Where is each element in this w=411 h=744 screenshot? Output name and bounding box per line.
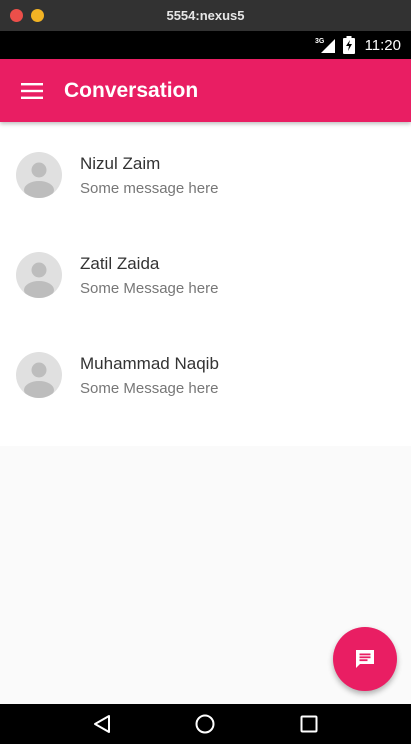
avatar	[16, 352, 62, 398]
conversation-message: Some message here	[80, 179, 219, 197]
network-type-label: 3G	[315, 38, 325, 45]
recents-button[interactable]	[289, 704, 329, 744]
recents-icon	[300, 715, 318, 733]
conversation-item[interactable]: Zatil Zaida Some Message here	[0, 225, 411, 325]
menu-button[interactable]	[0, 59, 64, 122]
app-bar: Conversation	[0, 59, 411, 122]
window-titlebar: 5554:nexus5	[0, 0, 411, 31]
window-title: 5554:nexus5	[166, 8, 245, 23]
conversation-message: Some Message here	[80, 379, 219, 397]
conversation-item[interactable]: Nizul Zaim Some message here	[0, 125, 411, 225]
conversation-message: Some Message here	[80, 279, 219, 297]
conversation-item[interactable]: Muhammad Naqib Some Message here	[0, 325, 411, 425]
page-title: Conversation	[64, 78, 199, 102]
home-icon	[195, 714, 215, 734]
status-time: 11:20	[364, 36, 401, 54]
home-button[interactable]	[185, 704, 225, 744]
person-icon	[24, 162, 54, 198]
new-message-fab[interactable]	[333, 627, 397, 691]
conversation-name: Muhammad Naqib	[80, 353, 219, 373]
person-icon	[24, 262, 54, 298]
window-minimize-button[interactable]	[31, 9, 44, 22]
navigation-bar	[0, 704, 411, 744]
message-icon	[356, 650, 374, 668]
emulator-frame: 5554:nexus5 3G 11:20 Conversation Nizul …	[0, 0, 411, 744]
person-icon	[24, 362, 54, 398]
back-button[interactable]	[82, 704, 122, 744]
conversation-list: Nizul Zaim Some message here Zatil Zaida…	[0, 122, 411, 446]
status-bar: 3G 11:20	[0, 31, 411, 59]
conversation-name: Zatil Zaida	[80, 253, 160, 273]
avatar	[16, 252, 62, 298]
conversation-name: Nizul Zaim	[80, 153, 161, 173]
avatar	[16, 152, 62, 198]
window-close-button[interactable]	[10, 9, 23, 22]
menu-icon	[21, 82, 43, 99]
back-icon	[93, 715, 110, 733]
signal-icon: 3G	[315, 37, 337, 53]
battery-icon	[342, 36, 355, 54]
